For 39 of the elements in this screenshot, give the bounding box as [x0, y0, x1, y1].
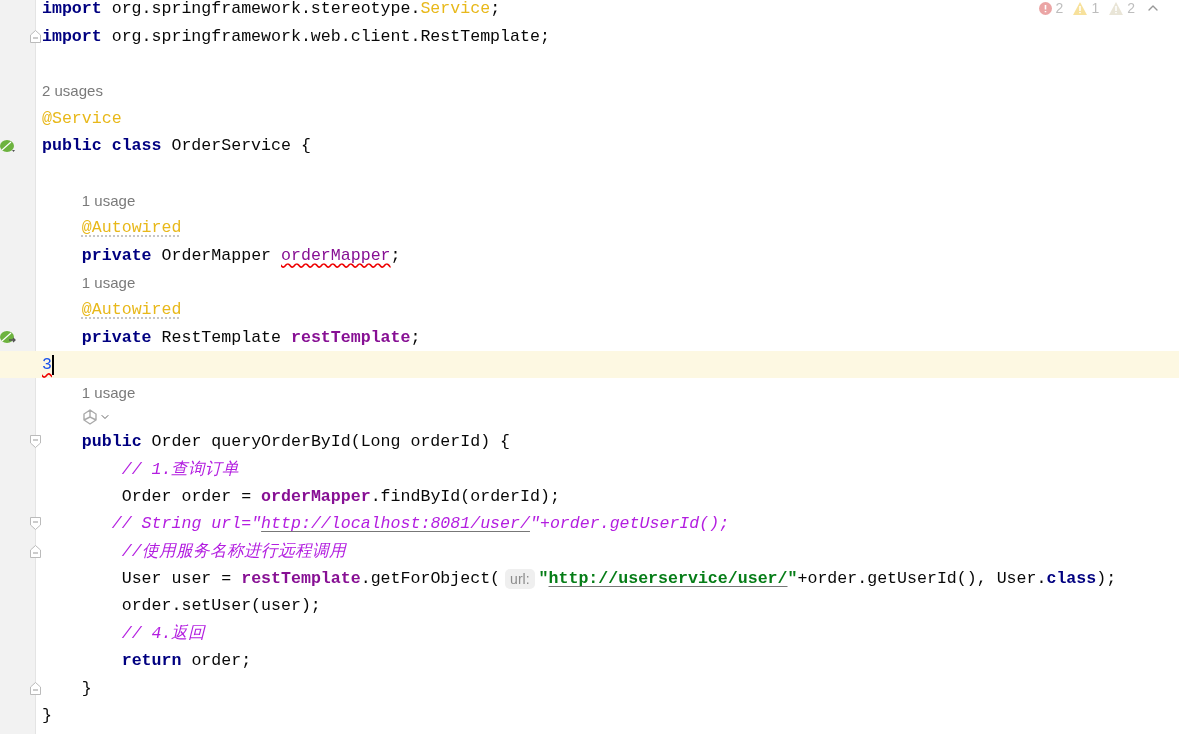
- fold-marker-icon[interactable]: [30, 29, 41, 43]
- code-text: import org.springframework.stereotype.Service;: [42, 0, 501, 19]
- code-text: // String url="http://localhost:8081/user/"+order.getUserId();: [111, 514, 730, 534]
- fold-marker-icon[interactable]: [30, 681, 41, 695]
- code-text: User user = restTemplate.getForObject(: [121, 569, 501, 588]
- code-text: @Service: [42, 108, 122, 128]
- code-text: }: [81, 678, 92, 698]
- code-text: "http://userservice/user/"+order.getUserId(), User.class);: [538, 569, 1117, 588]
- fold-marker-icon[interactable]: [30, 517, 41, 531]
- inspection-count: 1: [1091, 0, 1100, 16]
- weak-warning-icon[interactable]: [1109, 1, 1124, 15]
- usages-hint[interactable]: 1 usage: [81, 383, 136, 401]
- error-icon[interactable]: [1038, 1, 1052, 15]
- usages-hint[interactable]: 2 usages: [42, 82, 103, 100]
- fold-marker-icon[interactable]: [30, 435, 41, 449]
- code-text: public class OrderService {: [42, 136, 311, 156]
- spring-bean-icon[interactable]: [0, 137, 16, 154]
- inspection-count: 2: [1055, 0, 1064, 16]
- code-text: return order;: [121, 651, 252, 671]
- code-text: // 1.查询订单: [121, 458, 240, 480]
- code-text: import org.springframework.web.client.RestTemplate;: [42, 26, 550, 46]
- code-text: order.setUser(user);: [121, 596, 321, 616]
- code-text: Order order = orderMapper.findById(orderId);: [121, 486, 560, 506]
- inspection-count: 2: [1127, 0, 1135, 16]
- spring-bean-icon[interactable]: [0, 329, 16, 346]
- code-text: }: [42, 705, 52, 725]
- code-text: public Order queryOrderById(Long orderId) {: [81, 432, 511, 452]
- code-text: @Autowired: [81, 218, 182, 238]
- code-text: //使用服务名称进行远程调用: [121, 541, 346, 563]
- usages-hint[interactable]: 1 usage: [81, 274, 136, 292]
- code-text: 3: [42, 355, 52, 375]
- fold-marker-icon[interactable]: [30, 544, 41, 558]
- warning-icon[interactable]: [1073, 1, 1088, 15]
- usages-hint[interactable]: 1 usage: [81, 191, 136, 209]
- code-text: private RestTemplate restTemplate;: [81, 327, 421, 347]
- parameter-hint: url:: [505, 568, 535, 589]
- code-text: @Autowired: [81, 300, 182, 320]
- code-text: // 4.返回: [121, 623, 206, 645]
- code-text: private OrderMapper orderMapper;: [81, 245, 401, 265]
